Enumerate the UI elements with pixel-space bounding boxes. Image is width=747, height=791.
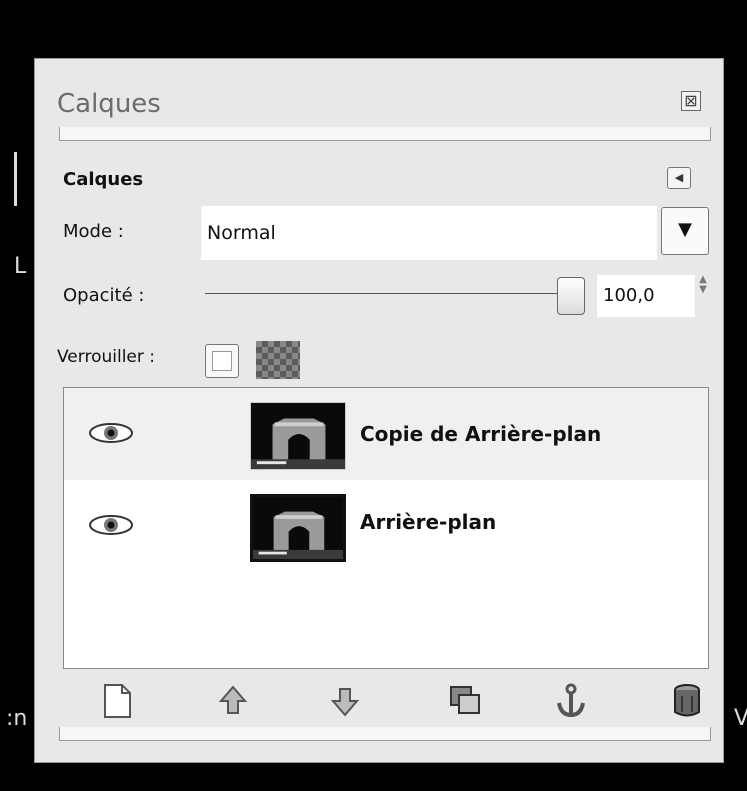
anchor-icon[interactable]	[551, 681, 591, 721]
duplicate-layer-icon[interactable]	[445, 681, 485, 721]
opacity-spin-buttons[interactable]: ▲ ▼	[697, 275, 709, 315]
panel-title: Calques	[63, 169, 144, 190]
mode-select[interactable]: Normal	[201, 206, 657, 260]
chevron-down-icon[interactable]: ▼	[661, 207, 709, 255]
panel-menu-triangle-icon[interactable]: ◀	[667, 167, 691, 189]
layer-thumbnail	[250, 494, 346, 562]
eye-icon[interactable]	[86, 510, 136, 540]
lock-pixels-checkbox[interactable]	[205, 344, 239, 378]
background-text-left-bottom: :n	[6, 706, 28, 731]
new-layer-icon[interactable]	[97, 681, 137, 721]
layer-name[interactable]: Copie de Arrière-plan	[360, 422, 601, 446]
layers-dock: Calques ⊠ Calques ◀ Mode : Normal ▼ Opac…	[34, 58, 724, 763]
layer-row[interactable]: Arrière-plan	[64, 480, 708, 572]
layers-toolbar	[63, 673, 709, 733]
mode-label: Mode :	[63, 221, 124, 242]
checkerboard-alpha-icon[interactable]	[256, 341, 300, 379]
background-text-right-bottom: V	[734, 706, 747, 731]
opacity-slider-handle[interactable]	[557, 277, 585, 315]
layer-thumbnail	[250, 402, 346, 470]
layer-row[interactable]: Copie de Arrière-plan	[64, 388, 708, 480]
opacity-label: Opacité :	[63, 285, 145, 306]
lock-label: Verrouiller :	[57, 347, 155, 367]
eye-icon[interactable]	[86, 418, 136, 448]
trash-icon[interactable]	[667, 681, 707, 721]
raise-layer-icon[interactable]	[213, 681, 253, 721]
background-text-left: L	[14, 254, 27, 279]
opacity-slider-track[interactable]	[205, 293, 573, 294]
layer-name[interactable]: Arrière-plan	[360, 510, 496, 534]
dock-tab-bar	[59, 127, 711, 141]
dock-title: Calques	[57, 89, 161, 119]
dock-footer-bar	[59, 727, 711, 741]
close-box-icon[interactable]: ⊠	[681, 91, 701, 111]
background-text-left-mid	[14, 152, 17, 206]
layers-list[interactable]: Copie de Arrière-plan Arrière-plan	[63, 387, 709, 669]
opacity-input[interactable]: 100,0	[597, 275, 695, 317]
lower-layer-icon[interactable]	[325, 681, 365, 721]
